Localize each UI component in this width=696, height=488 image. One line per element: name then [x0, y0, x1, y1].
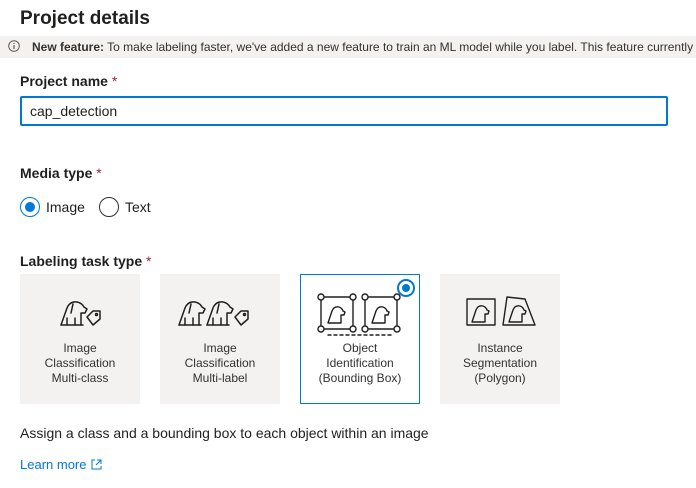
info-icon	[8, 40, 20, 52]
task-card-label: Image Classification Multi-class	[44, 341, 116, 385]
media-type-label-text: Media type	[20, 165, 93, 181]
required-mark: *	[111, 73, 118, 89]
task-card-label: Instance Segmentation (Polygon)	[462, 341, 538, 385]
task-card-polygon[interactable]: Instance Segmentation (Polygon)	[440, 274, 560, 404]
project-name-label-text: Project name	[20, 73, 108, 89]
new-feature-banner: New feature: To make labeling faster, we…	[0, 36, 696, 58]
labeling-task-type-label: Labeling task type *	[20, 253, 152, 269]
dog-tag-icon	[60, 301, 101, 326]
banner-bold-label: New feature:	[32, 40, 105, 54]
learn-more-link[interactable]: Learn more	[20, 457, 102, 472]
required-mark: *	[96, 165, 102, 181]
task-description: Assign a class and a bounding box to eac…	[20, 425, 429, 441]
learn-more-label: Learn more	[20, 457, 87, 472]
dogs-tag-icon	[178, 301, 249, 326]
task-card-bounding-box[interactable]: Object Identification (Bounding Box)	[300, 274, 420, 404]
banner-text: To make labeling faster, we've added a n…	[104, 40, 696, 54]
polygon-icon	[466, 296, 536, 326]
bounding-box-icon	[317, 293, 401, 336]
task-card-multi-class[interactable]: Image Classification Multi-class	[20, 274, 140, 404]
project-name-input[interactable]	[20, 96, 668, 126]
page-title: Project details	[20, 8, 150, 29]
radio-text-label: Text	[125, 199, 151, 215]
radio-image-label: Image	[46, 199, 85, 215]
task-card-label: Object Identification (Bounding Box)	[318, 341, 402, 385]
labeling-task-type-label-text: Labeling task type	[20, 253, 143, 269]
task-card-label: Image Classification Multi-label	[184, 341, 256, 385]
radio-circle-text[interactable]	[99, 197, 119, 217]
radio-circle-image[interactable]	[20, 197, 40, 217]
project-name-label: Project name *	[20, 73, 117, 89]
required-mark: *	[146, 253, 152, 269]
media-type-label: Media type *	[20, 165, 102, 181]
external-link-icon	[91, 459, 102, 470]
task-card-multi-label[interactable]: Image Classification Multi-label	[160, 274, 280, 404]
banner-message: New feature: To make labeling faster, we…	[32, 40, 696, 54]
